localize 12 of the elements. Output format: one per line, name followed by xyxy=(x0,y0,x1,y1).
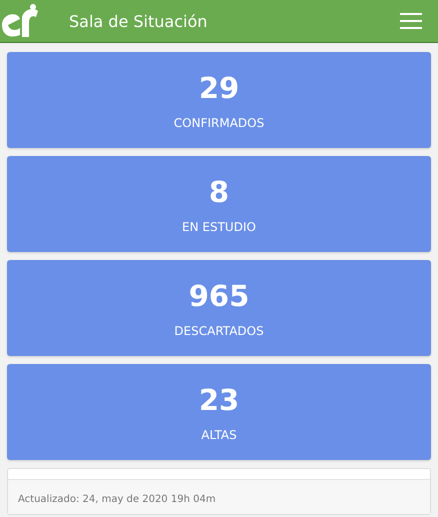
stat-label: CONFIRMADOS xyxy=(174,116,264,130)
logo-icon xyxy=(0,3,40,39)
stat-value: 965 xyxy=(188,278,250,314)
stat-value: 8 xyxy=(208,174,230,210)
stat-label: EN ESTUDIO xyxy=(182,220,256,234)
update-text: Actualizado: 24, may de 2020 19h 04m xyxy=(18,494,216,505)
stat-value: 29 xyxy=(198,70,240,106)
app-title: Sala de Situación xyxy=(69,12,208,30)
menu-button[interactable] xyxy=(400,13,422,29)
stat-label: ALTAS xyxy=(201,428,237,442)
stat-label: DESCARTADOS xyxy=(174,324,264,338)
stat-value: 23 xyxy=(198,382,240,418)
